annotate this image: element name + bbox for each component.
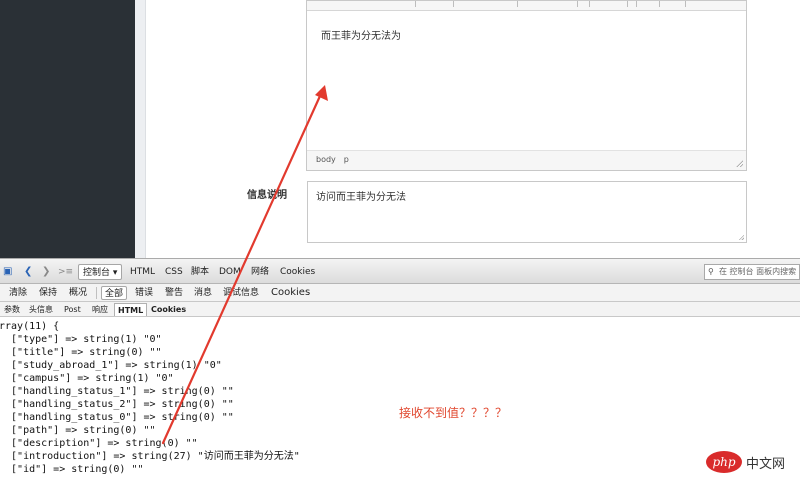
toolbar-separator [517, 1, 518, 7]
toolbar-separator [589, 1, 590, 7]
toolbar-separator [685, 1, 686, 7]
dump-line: ["handling_status_2"] => string(0) "" [0, 399, 234, 410]
tab-css[interactable]: CSS [161, 264, 187, 280]
dark-sidebar [0, 0, 135, 258]
sidebar-divider [135, 0, 146, 258]
toolbar-separator [415, 1, 416, 7]
filter-warnings-button[interactable]: 警告 [162, 286, 186, 300]
tab-cookies[interactable]: Cookies [276, 264, 319, 280]
tab-response[interactable]: 响应 [89, 303, 111, 316]
filter-cookies-button[interactable]: Cookies [268, 286, 313, 300]
dump-line: ["type"] => string(1) "0" [0, 334, 162, 345]
watermark-site-name: 中文网 [746, 457, 786, 472]
forward-arrow-icon[interactable]: ❯ [42, 266, 50, 278]
dump-line: ["id"] => string(0) "" [0, 464, 144, 475]
console-toolbar: 清除 保持 概况 全部 错误 警告 消息 调试信息 Cookies [0, 284, 800, 302]
clear-button[interactable]: 清除 [6, 286, 30, 300]
tab-request-cookies[interactable]: Cookies [148, 303, 189, 316]
profile-button[interactable]: 概况 [66, 286, 90, 300]
tab-script[interactable]: 脚本 [187, 264, 213, 280]
editor-toolbar [307, 1, 746, 11]
persist-button[interactable]: 保持 [36, 286, 60, 300]
chevron-down-icon: ▾ [112, 268, 118, 278]
filter-debug-button[interactable]: 调试信息 [220, 286, 262, 300]
tab-post[interactable]: Post [61, 303, 84, 316]
info-textarea-value[interactable]: 访问而王菲为分无法 [316, 188, 406, 203]
tab-html[interactable]: HTML [126, 264, 159, 280]
toolbar-separator [453, 1, 454, 7]
resize-handle[interactable] [736, 160, 743, 167]
toolbar-separator [659, 1, 660, 7]
filter-errors-button[interactable]: 错误 [132, 286, 156, 300]
response-output: rray(11) { ["type"] => string(1) "0" ["t… [0, 318, 800, 481]
annotation-text: 接收不到值？？？？ [399, 406, 508, 420]
path-item[interactable]: body [316, 155, 336, 164]
request-detail-tabs: 参数 头信息 Post 响应 HTML Cookies [0, 302, 800, 317]
path-item[interactable]: p [344, 155, 349, 164]
dump-line: ["handling_status_1"] => string(0) "" [0, 386, 234, 397]
editor-statusbar: body p [307, 150, 746, 170]
info-textarea[interactable]: 访问而王菲为分无法 [307, 181, 747, 243]
firebug-main-toolbar: ▣ ❮ ❯ >≡ 控制台 ▾ HTML CSS 脚本 DOM 网络 Cookie… [0, 258, 800, 284]
dump-line: ["study_abroad_1"] => string(1) "0" [0, 360, 222, 371]
tab-params[interactable]: 参数 [1, 303, 23, 316]
inspect-icon[interactable]: ▣ [3, 266, 12, 278]
rich-text-editor[interactable]: 而王菲为分无法为 body p [306, 0, 747, 171]
tab-network[interactable]: 网络 [247, 264, 273, 280]
panel-search-input[interactable]: ⚲ 在 控制台 面板内搜索 [704, 264, 800, 280]
element-path: body p [316, 155, 357, 164]
toolbar-separator [577, 1, 578, 7]
tab-console[interactable]: 控制台 ▾ [78, 264, 123, 280]
filter-all-button[interactable]: 全部 [101, 286, 128, 300]
toolbar-separator [627, 1, 628, 7]
tab-html-response[interactable]: HTML [114, 303, 148, 316]
dump-line: ["campus"] => string(1) "0" [0, 373, 174, 384]
tab-dom[interactable]: DOM [215, 264, 245, 280]
dump-line: ["description"] => string(0) "" [0, 438, 198, 449]
resize-handle[interactable] [738, 234, 744, 240]
filter-info-button[interactable]: 消息 [191, 286, 215, 300]
toolbar-separator [636, 1, 637, 7]
dump-line: ["introduction"] => string(27) "访问而王菲为分无… [0, 451, 300, 462]
firebug-panel: ▣ ❮ ❯ >≡ 控制台 ▾ HTML CSS 脚本 DOM 网络 Cookie… [0, 258, 800, 481]
tab-headers[interactable]: 头信息 [26, 303, 56, 316]
dump-line: rray(11) { [0, 321, 60, 332]
editor-content[interactable]: 而王菲为分无法为 [321, 27, 401, 42]
back-arrow-icon[interactable]: ❮ [24, 266, 32, 278]
dump-line: ["handling_status_0"] => string(0) "" [0, 412, 234, 423]
php-logo: php [706, 451, 742, 473]
toolbar-separator [96, 287, 97, 299]
search-icon: ⚲ [708, 267, 714, 276]
info-field-label: 信息说明 [247, 190, 287, 201]
dump-line: ["path"] => string(0) "" [0, 425, 156, 436]
command-line-icon[interactable]: >≡ [58, 266, 73, 278]
dump-line: ["title"] => string(0) "" [0, 347, 162, 358]
